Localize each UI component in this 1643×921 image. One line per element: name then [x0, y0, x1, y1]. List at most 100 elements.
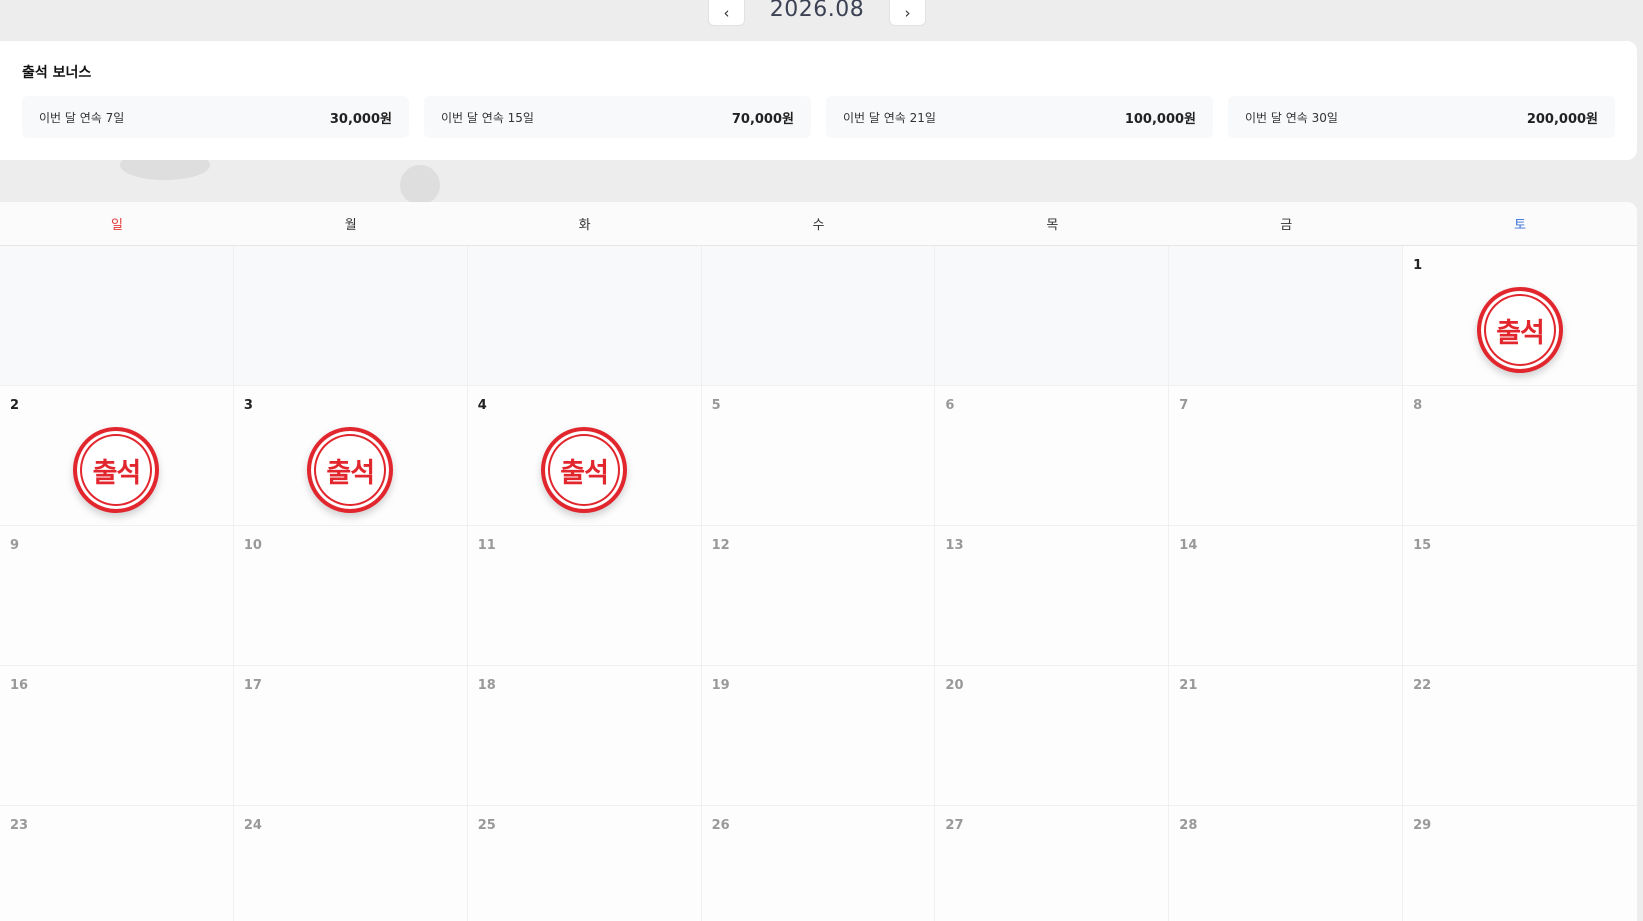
day-cell[interactable]: 6 — [935, 386, 1170, 526]
day-number: 10 — [243, 538, 262, 553]
day-cell[interactable]: 9 — [0, 526, 234, 666]
day-cell[interactable]: 18 — [467, 666, 702, 806]
attendance-stamp-icon: 출석 — [73, 427, 160, 513]
day-cell[interactable]: 5 — [701, 386, 936, 526]
background-decoration — [400, 165, 440, 205]
day-number: 19 — [711, 678, 730, 693]
bonus-label: 이번 달 연속 7일 — [39, 110, 125, 125]
day-number: 11 — [477, 538, 496, 553]
weekday-label: 화 — [578, 218, 591, 233]
month-navigation: ‹ 2026.08 › — [708, 0, 926, 26]
stamp-label: 출석 — [1496, 317, 1545, 349]
bonus-item: 이번 달 연속 7일 30,000원 — [22, 96, 409, 138]
bonus-label: 이번 달 연속 15일 — [441, 110, 534, 125]
day-number: 12 — [711, 538, 730, 553]
day-cell[interactable]: 21 — [1169, 666, 1404, 806]
day-cell[interactable]: 4 출석 — [467, 386, 702, 526]
attendance-calendar: 일월화수목금토 1 출석 2 출석 3 출석 4 출석 5 6 7 8 9 10 11 12 13 14 15 16 1… — [0, 202, 1637, 921]
day-number: 1 — [1413, 258, 1423, 273]
empty-day-cell — [701, 246, 936, 386]
day-number: 23 — [10, 818, 29, 833]
bonus-item: 이번 달 연속 15일 70,000원 — [424, 96, 811, 138]
day-cell[interactable]: 27 — [935, 806, 1170, 921]
day-cell[interactable]: 19 — [701, 666, 936, 806]
day-cell[interactable]: 22 — [1403, 666, 1637, 806]
chevron-right-icon: › — [904, 3, 911, 22]
day-number: 21 — [1179, 678, 1198, 693]
day-number: 2 — [10, 398, 20, 413]
day-cell[interactable]: 25 — [467, 806, 702, 921]
day-number: 22 — [1413, 678, 1432, 693]
day-number: 29 — [1413, 818, 1432, 833]
day-number: 25 — [477, 818, 496, 833]
day-number: 24 — [243, 818, 262, 833]
empty-day-cell — [467, 246, 702, 386]
attendance-stamp-icon: 출석 — [307, 427, 394, 513]
empty-day-cell — [935, 246, 1170, 386]
day-cell[interactable]: 7 — [1169, 386, 1404, 526]
weekday-label: 토 — [1514, 218, 1527, 233]
day-cell[interactable]: 17 — [233, 666, 468, 806]
day-number: 20 — [945, 678, 964, 693]
day-cell[interactable]: 10 — [233, 526, 468, 666]
current-month-label: 2026.08 — [769, 0, 865, 22]
day-cell[interactable]: 11 — [467, 526, 702, 666]
weekday-label: 수 — [812, 218, 825, 233]
bonus-item: 이번 달 연속 30일 200,000원 — [1228, 96, 1615, 138]
stamp-label: 출석 — [92, 457, 142, 489]
prev-month-button[interactable]: ‹ — [708, 0, 745, 26]
day-number: 13 — [945, 538, 964, 553]
next-month-button[interactable]: › — [889, 0, 926, 26]
day-number: 4 — [477, 398, 487, 413]
day-cell[interactable]: 24 — [233, 806, 468, 921]
weekday-label: 목 — [1046, 218, 1059, 233]
day-cell[interactable]: 8 — [1403, 386, 1637, 526]
calendar-grid: 1 출석 2 출석 3 출석 4 출석 5 6 7 8 9 10 11 12 13 14 15 16 17 18 19 20 2… — [0, 246, 1637, 921]
day-number: 15 — [1413, 538, 1432, 553]
empty-day-cell — [1169, 246, 1404, 386]
day-number: 26 — [711, 818, 730, 833]
day-cell[interactable]: 26 — [701, 806, 936, 921]
day-number: 5 — [711, 398, 721, 413]
day-number: 6 — [945, 398, 955, 413]
day-cell[interactable]: 15 — [1403, 526, 1637, 666]
day-cell[interactable]: 3 출석 — [233, 386, 468, 526]
day-cell[interactable]: 1 출석 — [1403, 246, 1637, 386]
day-number: 18 — [477, 678, 496, 693]
day-cell[interactable]: 12 — [701, 526, 936, 666]
bonus-amount: 200,000원 — [1526, 111, 1598, 127]
day-number: 8 — [1413, 398, 1423, 413]
bonus-amount: 70,000원 — [731, 111, 794, 127]
attendance-bonus-panel: 출석 보너스 이번 달 연속 7일 30,000원 이번 달 연속 15일 70,00… — [0, 41, 1637, 160]
bonus-label: 이번 달 연속 21일 — [843, 110, 936, 125]
day-cell[interactable]: 28 — [1169, 806, 1404, 921]
empty-day-cell — [233, 246, 468, 386]
attendance-stamp-icon: 출석 — [1477, 287, 1564, 373]
bonus-title: 출석 보너스 — [22, 65, 92, 81]
bonus-label: 이번 달 연속 30일 — [1245, 110, 1338, 125]
bonus-item: 이번 달 연속 21일 100,000원 — [826, 96, 1213, 138]
weekday-label: 월 — [344, 218, 357, 233]
bonus-amount: 100,000원 — [1124, 111, 1196, 127]
day-cell[interactable]: 13 — [935, 526, 1170, 666]
day-number: 28 — [1179, 818, 1198, 833]
day-cell[interactable]: 2 출석 — [0, 386, 234, 526]
day-number: 17 — [243, 678, 262, 693]
day-number: 14 — [1179, 538, 1198, 553]
day-cell[interactable]: 14 — [1169, 526, 1404, 666]
day-cell[interactable]: 29 — [1403, 806, 1637, 921]
stamp-label: 출석 — [560, 457, 609, 489]
day-cell[interactable]: 16 — [0, 666, 234, 806]
weekday-label: 일 — [110, 218, 123, 233]
day-number: 3 — [243, 398, 253, 413]
bonus-amount: 30,000원 — [329, 111, 392, 127]
day-number: 7 — [1179, 398, 1189, 413]
weekday-header: 일월화수목금토 — [0, 202, 1637, 246]
stamp-label: 출석 — [326, 457, 375, 489]
weekday-label: 금 — [1280, 218, 1293, 233]
bonus-list: 이번 달 연속 7일 30,000원 이번 달 연속 15일 70,000원 이번 달 … — [22, 96, 1615, 138]
day-cell[interactable]: 20 — [935, 666, 1170, 806]
chevron-left-icon: ‹ — [723, 3, 730, 22]
day-cell[interactable]: 23 — [0, 806, 234, 921]
attendance-stamp-icon: 출석 — [541, 427, 628, 513]
